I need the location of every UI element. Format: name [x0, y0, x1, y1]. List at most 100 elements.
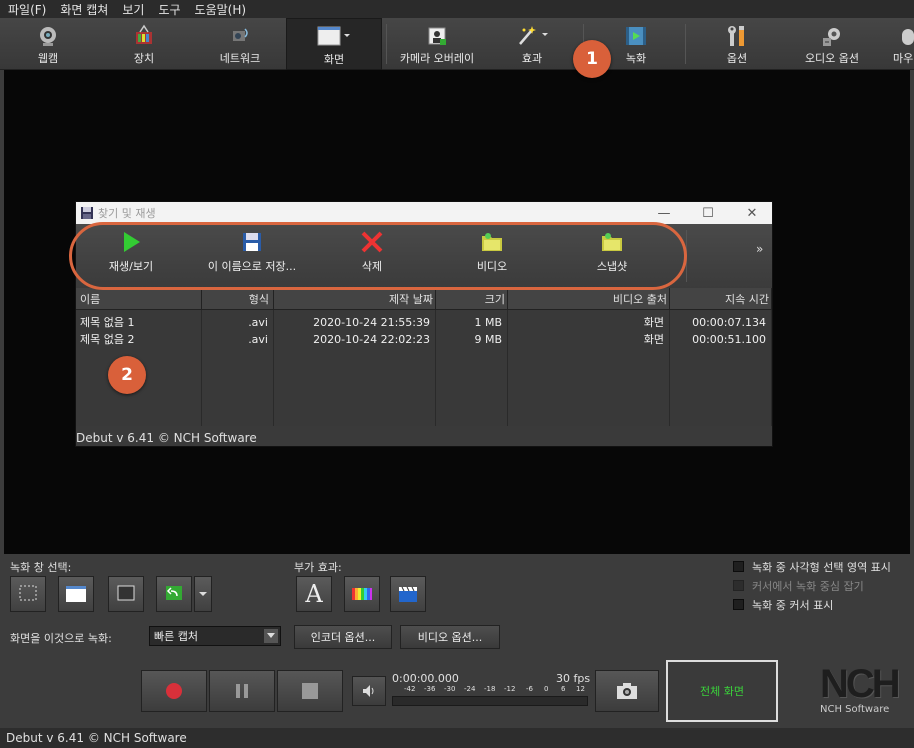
toolbar-separator [386, 24, 387, 64]
chevron-down-icon [199, 592, 207, 596]
encoder-options-button[interactable]: 인코더 옵션... [294, 625, 392, 649]
cell-duration: 00:00:07.134 [692, 315, 766, 329]
toolbar-highlight-outline [69, 222, 687, 290]
main-toolbar: 웹캠 장치 네트워크 화면 카메라 오버레이 효과 녹화 옵션 오디오 옵션 마… [0, 18, 914, 70]
window-status-text: Debut v 6.41 © NCH Software [76, 431, 257, 445]
meter-tick: -30 [444, 685, 456, 693]
menu-view[interactable]: 보기 [122, 1, 158, 18]
snapshot-button[interactable] [595, 670, 659, 712]
select-region-button[interactable] [10, 576, 46, 612]
webcam-icon [36, 24, 60, 48]
toolbar-label: 녹화 [625, 52, 647, 65]
toolbar-effects[interactable]: 효과 [504, 18, 560, 70]
maximize-button[interactable]: ☐ [686, 204, 730, 222]
table-row[interactable]: 제목 없음 2 .avi 2020-10-24 22:02:23 9 MB 화면… [76, 331, 772, 347]
show-selection-label: 녹화 중 사각형 선택 영역 표시 [752, 561, 891, 574]
toolbar-label: 웹캠 [37, 52, 59, 65]
toolbar-camera-overlay[interactable]: 카메라 오버레이 [392, 18, 482, 70]
window-select-icon [66, 586, 86, 602]
pause-button[interactable] [209, 670, 275, 712]
select-dropdown-button[interactable] [194, 576, 212, 612]
menu-tools[interactable]: 도구 [158, 1, 194, 18]
text-a-icon: A [305, 580, 323, 608]
menu-help[interactable]: 도움말(H) [195, 1, 261, 18]
toolbar-label: 오디오 옵션 [804, 52, 860, 65]
toolbar-audio-options[interactable]: 오디오 옵션 [796, 18, 868, 70]
region-select-icon [19, 585, 37, 601]
extra-effects-label: 부가 효과: [294, 561, 342, 574]
effects-wand-icon [512, 24, 552, 48]
cell-size: 9 MB [474, 332, 502, 346]
table-row[interactable]: 제목 없음 1 .avi 2020-10-24 21:55:39 1 MB 화면… [76, 314, 772, 330]
color-bars-icon [352, 588, 372, 600]
more-tools-button[interactable]: » [756, 242, 763, 256]
cell-name: 제목 없음 1 [80, 316, 135, 329]
pause-icon [236, 684, 248, 698]
undo-arrow-icon [166, 586, 182, 600]
show-cursor-checkbox[interactable] [733, 599, 744, 610]
color-adjust-button[interactable] [344, 576, 380, 612]
toolbar-webcam[interactable]: 웹캠 [20, 18, 76, 70]
select-previous-button[interactable] [156, 576, 192, 612]
toolbar-network[interactable]: 네트워크 [210, 18, 270, 70]
toolbar-record[interactable]: 녹화 [608, 18, 664, 70]
toolbar-screen[interactable]: 화면 [286, 18, 382, 70]
stop-button[interactable] [277, 670, 343, 712]
fullscreen-button[interactable]: 전체 화면 [666, 660, 778, 722]
network-icon [228, 24, 252, 48]
center-cursor-label: 커서에서 녹화 중심 잡기 [752, 580, 864, 593]
volume-button[interactable] [352, 676, 386, 706]
record-button[interactable] [141, 670, 207, 712]
toolbar-options[interactable]: 옵션 [708, 18, 766, 70]
toolbar-label: 화면 [323, 53, 345, 66]
menu-bar: 파일(F) 화면 캡쳐 보기 도구 도움말(H) [0, 0, 914, 18]
column-header-format[interactable]: 형식 [202, 288, 274, 310]
column-header-name[interactable]: 이름 [76, 288, 202, 310]
toolbar-mouse[interactable]: 마우 [893, 18, 914, 70]
toolbar-label: 카메라 오버레이 [399, 52, 475, 65]
center-cursor-checkbox[interactable] [733, 580, 744, 591]
record-format-value: 빠른 캡처 [154, 630, 198, 643]
record-icon [166, 683, 182, 699]
text-caption-button[interactable]: A [296, 576, 332, 612]
meter-tick: -36 [424, 685, 436, 693]
record-format-select[interactable]: 빠른 캡처 [149, 626, 281, 646]
mouse-icon [893, 24, 914, 48]
meter-tick: 0 [544, 685, 549, 693]
column-header-created[interactable]: 제작 날짜 [274, 288, 436, 310]
video-effects-button[interactable] [390, 576, 426, 612]
callout-2: 2 [108, 356, 146, 394]
stop-icon [302, 683, 318, 699]
minimize-button[interactable]: — [642, 204, 686, 222]
cell-format: .avi [248, 332, 268, 346]
toolbar-label: 마우 [893, 52, 914, 65]
column-header-size[interactable]: 크기 [436, 288, 508, 310]
select-window-button[interactable] [58, 576, 94, 612]
menu-file[interactable]: 파일(F) [8, 1, 60, 18]
speaker-icon [363, 685, 374, 697]
nch-logo-text: NCH [820, 662, 901, 706]
toolbar-label: 네트워크 [219, 52, 261, 65]
menu-screen-capture[interactable]: 화면 캡쳐 [60, 1, 122, 18]
screen-icon [314, 25, 354, 49]
fullscreen-select-icon [117, 585, 135, 601]
chevron-down-icon [264, 629, 278, 643]
show-selection-checkbox[interactable] [733, 561, 744, 572]
video-options-button[interactable]: 비디오 옵션... [400, 625, 500, 649]
toolbar-label: 장치 [133, 52, 155, 65]
cell-source: 화면 [643, 316, 664, 329]
toolbar-device[interactable]: 장치 [114, 18, 174, 70]
meter-tick: 6 [561, 685, 566, 693]
show-cursor-label: 녹화 중 커서 표시 [752, 599, 834, 612]
fps-readout: 30 fps [556, 672, 591, 685]
cell-created: 2020-10-24 22:02:23 [313, 332, 430, 346]
window-title: 찾기 및 재생 [98, 207, 156, 220]
toolbar-label: 옵션 [726, 52, 748, 65]
record-as-label: 화면을 이것으로 녹화: [10, 632, 112, 645]
meter-ticks: -42 -36 -30 -24 -18 -12 -6 0 6 12 [392, 685, 588, 696]
select-fullscreen-button[interactable] [108, 576, 144, 612]
column-header-source[interactable]: 비디오 출처 [508, 288, 670, 310]
meter-tick: -42 [404, 685, 416, 693]
close-button[interactable]: ✕ [730, 204, 774, 222]
column-header-duration[interactable]: 지속 시간 [670, 288, 772, 310]
